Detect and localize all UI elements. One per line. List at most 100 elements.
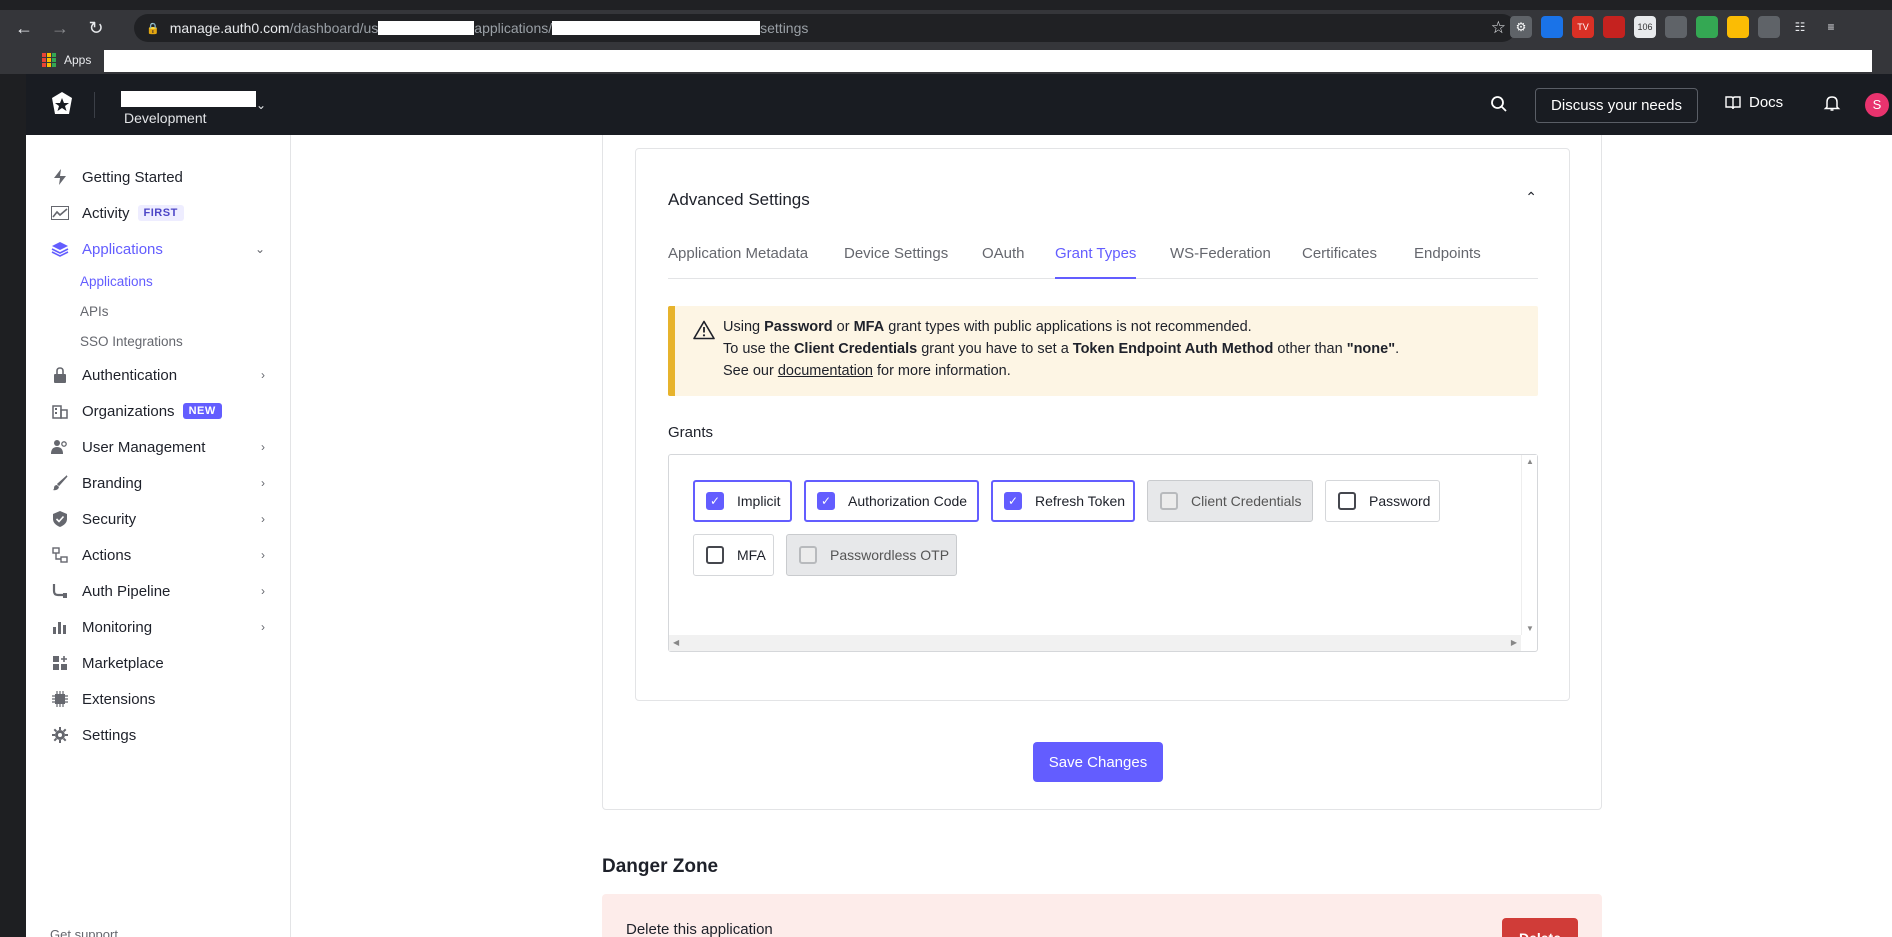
settings-extension-icon[interactable]: ⚙ — [1510, 16, 1532, 38]
reading-list-icon[interactable]: ≡ — [1820, 16, 1842, 38]
address-bar[interactable]: 🔒 manage.auth0.com /dashboard/us applica… — [134, 14, 1516, 42]
checkbox-checked[interactable]: ✓ — [1004, 492, 1022, 510]
activity-chart-icon — [50, 203, 70, 223]
sidebar-item-label: Authentication — [82, 366, 178, 384]
bell-icon[interactable] — [1823, 94, 1841, 112]
sidebar-item-getting-started[interactable]: Getting Started — [26, 159, 291, 195]
bar-chart-icon — [50, 617, 70, 637]
sidebar-item-security[interactable]: Security › — [26, 501, 291, 537]
bookmark-star-icon[interactable]: ☆ — [1491, 18, 1506, 38]
pen-extension-icon[interactable] — [1665, 16, 1687, 38]
get-support-link[interactable]: Get support — [50, 927, 118, 937]
new-badge: NEW — [182, 403, 222, 419]
screen-extension-icon[interactable] — [1541, 16, 1563, 38]
avatar[interactable]: S — [1865, 93, 1889, 117]
sidebar-item-user-management[interactable]: User Management › — [26, 429, 291, 465]
chip-icon — [50, 689, 70, 709]
grant-refresh-token[interactable]: ✓ Refresh Token — [991, 480, 1135, 522]
target-extension-icon[interactable] — [1758, 16, 1780, 38]
redacted-block — [552, 21, 761, 35]
chevron-right-icon: › — [261, 548, 265, 562]
sidebar-item-label: Applications — [82, 240, 163, 258]
sidebar-item-branding[interactable]: Branding › — [26, 465, 291, 501]
sidebar-item-activity[interactable]: Activity FIRST — [26, 195, 291, 231]
sidebar-item-extensions[interactable]: Extensions — [26, 681, 291, 717]
reload-icon[interactable]: ↻ — [84, 16, 108, 40]
tab-application-metadata[interactable]: Application Metadata — [668, 243, 808, 279]
checkbox-checked[interactable]: ✓ — [817, 492, 835, 510]
tv-extension-icon[interactable]: TV — [1572, 16, 1594, 38]
grant-authorization-code[interactable]: ✓ Authorization Code — [804, 480, 979, 522]
sidebar-subitem-sso-integrations[interactable]: SSO Integrations — [80, 334, 183, 349]
save-changes-button[interactable]: Save Changes — [1033, 742, 1163, 782]
grant-mfa[interactable]: MFA — [693, 534, 774, 576]
users-icon — [50, 437, 70, 457]
apps-bookmark[interactable]: Apps — [64, 53, 91, 67]
tab-certificates[interactable]: Certificates — [1302, 243, 1377, 279]
chevron-up-icon[interactable]: ⌃ — [1525, 189, 1537, 206]
checkbox-disabled — [799, 546, 817, 564]
chevron-right-icon: › — [261, 476, 265, 490]
redacted-block — [378, 21, 475, 35]
chevron-right-icon: › — [261, 584, 265, 598]
browser-toolbar: ← → ↻ 🔒 manage.auth0.com /dashboard/us a… — [0, 10, 1892, 46]
sidebar-item-label: User Management — [82, 438, 206, 456]
chevron-right-icon: › — [261, 368, 265, 382]
sidebar-subitem-apis[interactable]: APIs — [80, 304, 109, 319]
tab-endpoints[interactable]: Endpoints — [1414, 243, 1481, 279]
delete-application-text: Delete this application — [626, 921, 773, 937]
sidebar-subitem-applications[interactable]: Applications — [80, 274, 153, 289]
advanced-settings-card: Advanced Settings ⌃ Application Metadata… — [635, 148, 1570, 701]
docs-label: Docs — [1749, 94, 1784, 111]
face-extension-icon[interactable] — [1727, 16, 1749, 38]
chevron-right-icon: › — [261, 620, 265, 634]
checkbox-unchecked[interactable] — [706, 546, 724, 564]
checkbox-checked[interactable]: ✓ — [706, 492, 724, 510]
sidebar-item-monitoring[interactable]: Monitoring › — [26, 609, 291, 645]
sidebar-item-authentication[interactable]: Authentication › — [26, 357, 291, 393]
sidebar-item-organizations[interactable]: Organizations NEW — [26, 393, 291, 429]
vertical-scrollbar[interactable]: ▲ ▼ — [1521, 455, 1537, 635]
sidebar-item-applications[interactable]: Applications ⌄ — [26, 231, 291, 267]
tab-oauth[interactable]: OAuth — [982, 243, 1025, 279]
tenant-name-redacted[interactable] — [121, 91, 256, 107]
tab-grant-types[interactable]: Grant Types — [1055, 243, 1137, 279]
sidebar-item-marketplace[interactable]: Marketplace — [26, 645, 291, 681]
book-icon — [1725, 95, 1741, 109]
documentation-link[interactable]: documentation — [778, 363, 873, 379]
tab-device-settings[interactable]: Device Settings — [844, 243, 948, 279]
tab-ws-federation[interactable]: WS-Federation — [1170, 243, 1271, 279]
color-extension-icon[interactable] — [1696, 16, 1718, 38]
docs-link[interactable]: Docs — [1725, 94, 1783, 111]
auth0-logo-icon[interactable] — [48, 90, 76, 118]
media-extension-icon[interactable] — [1603, 16, 1625, 38]
back-icon[interactable]: ← — [12, 16, 36, 40]
checkbox-unchecked[interactable] — [1338, 492, 1356, 510]
sidebar-item-settings[interactable]: Settings — [26, 717, 291, 753]
advanced-settings-title: Advanced Settings — [668, 190, 810, 209]
extensions-area: ⚙ TV 106 ☷ ≡ — [1510, 16, 1842, 38]
main-content: Advanced Settings ⌃ Application Metadata… — [291, 135, 1892, 937]
sidebar-item-label: Extensions — [82, 690, 156, 708]
delete-application-button[interactable]: Delete — [1502, 918, 1578, 937]
danger-zone-card: Delete this application Delete — [602, 894, 1602, 937]
puzzle-extensions-icon[interactable]: ☷ — [1789, 16, 1811, 38]
discuss-your-needs-button[interactable]: Discuss your needs — [1535, 88, 1698, 123]
shield-check-icon — [50, 509, 70, 529]
grant-warning-banner: Using Password or MFA grant types with p… — [668, 306, 1538, 396]
grant-passwordless-otp: Passwordless OTP — [786, 534, 957, 576]
apps-grid-icon[interactable] — [42, 53, 56, 67]
sidebar-item-auth-pipeline[interactable]: Auth Pipeline › — [26, 573, 291, 609]
chevron-down-icon: ⌄ — [254, 242, 265, 256]
tenant-environment[interactable]: Development — [124, 110, 207, 126]
calendar-extension-icon[interactable]: 106 — [1634, 16, 1656, 38]
grant-password[interactable]: Password — [1325, 480, 1440, 522]
brush-icon — [50, 473, 70, 493]
sidebar-item-actions[interactable]: Actions › — [26, 537, 291, 573]
chevron-down-icon[interactable]: ⌄ — [256, 98, 266, 112]
forward-icon[interactable]: → — [48, 16, 72, 40]
search-icon[interactable] — [1489, 94, 1509, 114]
lock-icon: 🔒 — [146, 22, 160, 35]
horizontal-scrollbar[interactable]: ◀ ▶ — [669, 635, 1521, 651]
grant-implicit[interactable]: ✓ Implicit — [693, 480, 792, 522]
